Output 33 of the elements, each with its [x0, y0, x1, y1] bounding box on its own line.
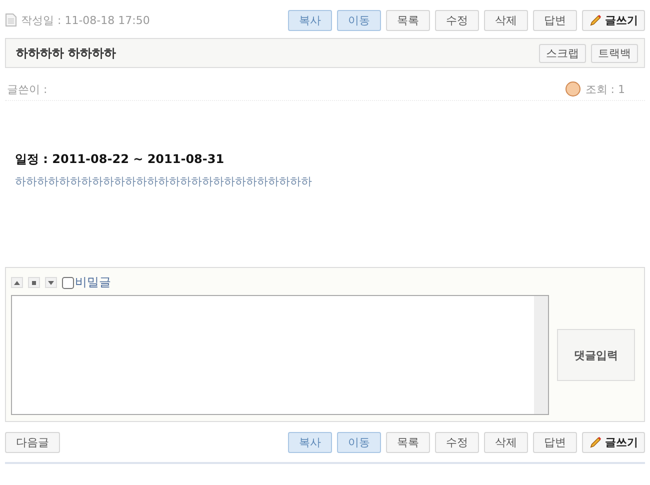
post-title: 하하하하 하하하하 — [16, 44, 116, 62]
pencil-icon — [589, 436, 602, 448]
secret-label: 비밀글 — [75, 274, 111, 291]
toolbar-button[interactable]: 답변 — [533, 10, 577, 30]
write-button[interactable]: 글쓰기 — [582, 10, 645, 30]
down-triangle-icon — [48, 280, 54, 284]
author-label: 글쓴이 : — [7, 82, 48, 96]
up-triangle-icon — [14, 280, 20, 284]
square-icon — [32, 280, 36, 284]
toolbar-button[interactable]: 수정 — [435, 10, 479, 30]
toolbar-button[interactable]: 스크랩 — [539, 44, 586, 62]
document-icon — [5, 13, 17, 27]
toolbar-button[interactable]: 목록 — [386, 10, 430, 30]
up-button[interactable] — [11, 277, 23, 288]
secret-checkbox[interactable] — [62, 276, 74, 288]
schedule-text: 일정 : 2011-08-22 ~ 2011-08-31 — [15, 151, 226, 168]
toolbar-button[interactable]: 답변 — [533, 432, 577, 452]
next-post-button[interactable]: 다음글 — [5, 432, 60, 452]
down-button[interactable] — [45, 277, 57, 288]
toolbar-button[interactable]: 수정 — [435, 432, 479, 452]
comment-field[interactable] — [11, 295, 549, 415]
submit-button[interactable]: 댓글입력 — [557, 329, 635, 381]
toolbar-button[interactable]: 트랙백 — [591, 44, 638, 62]
view-count: 조회 : 1 — [585, 82, 625, 96]
pencil-icon — [589, 14, 602, 26]
toolbar-button[interactable]: 목록 — [386, 432, 430, 452]
toolbar-button[interactable]: 삭제 — [484, 10, 528, 30]
reset-button[interactable] — [28, 277, 40, 288]
date-label: 작성일 : 11-08-18 17:50 — [21, 12, 150, 28]
toolbar-button[interactable]: 삭제 — [484, 432, 528, 452]
scrollbar[interactable] — [534, 296, 548, 414]
post-body: 하하하하하하하하하하하하하하하하하하하하하하하하하하하 — [15, 174, 313, 189]
write-button[interactable]: 글쓰기 — [582, 432, 645, 452]
